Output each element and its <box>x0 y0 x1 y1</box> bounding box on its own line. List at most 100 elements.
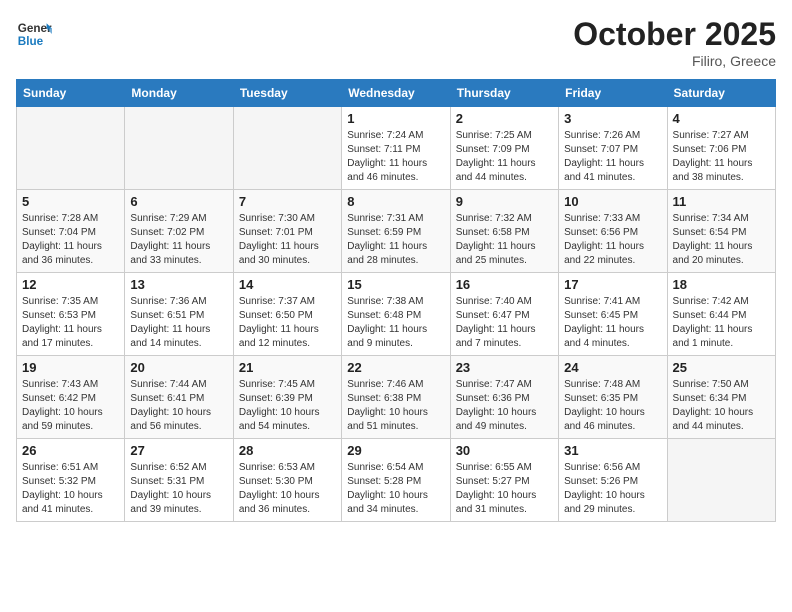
calendar-week-3: 12Sunrise: 7:35 AM Sunset: 6:53 PM Dayli… <box>17 273 776 356</box>
logo-icon: General Blue <box>16 16 52 52</box>
calendar-cell: 23 Sunrise: 7:47 AM Sunset: 6:36 PM Dayli… <box>450 356 558 439</box>
day-number: 26 <box>22 443 119 458</box>
calendar-cell: 8 Sunrise: 7:31 AM Sunset: 6:59 PM Daylig… <box>342 190 450 273</box>
day-info: Sunrise: 7:37 AM Sunset: 6:50 PM Dayligh… <box>239 295 336 351</box>
day-info: Sunrise: 7:46 AM Sunset: 6:38 PM Dayligh… <box>347 378 444 434</box>
day-number: 18 <box>673 277 770 292</box>
calendar-cell: 24Sunrise: 7:48 AM Sunset: 6:35 PM Dayli… <box>559 356 667 439</box>
day-info: Sunrise: 7:24 AM Sunset: 7:11 PM Dayligh… <box>347 129 444 185</box>
day-info: Sunrise: 7:25 AM Sunset: 7:09 PM Dayligh… <box>456 129 553 185</box>
calendar-cell: 25 Sunrise: 7:50 AM Sunset: 6:34 PM Dayli… <box>667 356 775 439</box>
calendar-cell: 20 Sunrise: 7:44 AM Sunset: 6:41 PM Dayli… <box>125 356 233 439</box>
day-number: 14 <box>239 277 336 292</box>
location: Filiro, Greece <box>573 53 776 69</box>
day-info: Sunrise: 6:56 AM Sunset: 5:26 PM Dayligh… <box>564 461 661 517</box>
day-number: 17 <box>564 277 661 292</box>
month-title: October 2025 <box>573 16 776 53</box>
day-info: Sunrise: 7:30 AM Sunset: 7:01 PM Dayligh… <box>239 212 336 268</box>
day-info: Sunrise: 7:34 AM Sunset: 6:54 PM Dayligh… <box>673 212 770 268</box>
day-number: 29 <box>347 443 444 458</box>
calendar-cell: 31 Sunrise: 6:56 AM Sunset: 5:26 PM Dayli… <box>559 439 667 522</box>
day-info: Sunrise: 7:29 AM Sunset: 7:02 PM Dayligh… <box>130 212 227 268</box>
day-info: Sunrise: 7:50 AM Sunset: 6:34 PM Dayligh… <box>673 378 770 434</box>
day-info: Sunrise: 7:31 AM Sunset: 6:59 PM Dayligh… <box>347 212 444 268</box>
day-info: Sunrise: 7:41 AM Sunset: 6:45 PM Dayligh… <box>564 295 661 351</box>
day-number: 27 <box>130 443 227 458</box>
day-info: Sunrise: 6:52 AM Sunset: 5:31 PM Dayligh… <box>130 461 227 517</box>
day-info: Sunrise: 7:45 AM Sunset: 6:39 PM Dayligh… <box>239 378 336 434</box>
calendar-week-1: 1 Sunrise: 7:24 AM Sunset: 7:11 PM Daylig… <box>17 107 776 190</box>
day-number: 2 <box>456 111 553 126</box>
calendar-cell: 6 Sunrise: 7:29 AM Sunset: 7:02 PM Daylig… <box>125 190 233 273</box>
day-number: 16 <box>456 277 553 292</box>
header-monday: Monday <box>125 80 233 107</box>
day-number: 8 <box>347 194 444 209</box>
calendar-cell: 3Sunrise: 7:26 AM Sunset: 7:07 PM Daylig… <box>559 107 667 190</box>
calendar-cell: 9 Sunrise: 7:32 AM Sunset: 6:58 PM Daylig… <box>450 190 558 273</box>
day-info: Sunrise: 7:32 AM Sunset: 6:58 PM Dayligh… <box>456 212 553 268</box>
header-thursday: Thursday <box>450 80 558 107</box>
day-number: 10 <box>564 194 661 209</box>
day-info: Sunrise: 7:27 AM Sunset: 7:06 PM Dayligh… <box>673 129 770 185</box>
day-number: 6 <box>130 194 227 209</box>
day-number: 7 <box>239 194 336 209</box>
day-number: 5 <box>22 194 119 209</box>
header-saturday: Saturday <box>667 80 775 107</box>
day-info: Sunrise: 7:44 AM Sunset: 6:41 PM Dayligh… <box>130 378 227 434</box>
day-number: 15 <box>347 277 444 292</box>
calendar-cell: 5 Sunrise: 7:28 AM Sunset: 7:04 PM Daylig… <box>17 190 125 273</box>
calendar-cell: 19 Sunrise: 7:43 AM Sunset: 6:42 PM Dayli… <box>17 356 125 439</box>
calendar-cell: 27 Sunrise: 6:52 AM Sunset: 5:31 PM Dayli… <box>125 439 233 522</box>
day-info: Sunrise: 6:51 AM Sunset: 5:32 PM Dayligh… <box>22 461 119 517</box>
day-number: 19 <box>22 360 119 375</box>
day-number: 24 <box>564 360 661 375</box>
day-info: Sunrise: 7:26 AM Sunset: 7:07 PM Dayligh… <box>564 129 661 185</box>
calendar-cell: 29 Sunrise: 6:54 AM Sunset: 5:28 PM Dayli… <box>342 439 450 522</box>
header-tuesday: Tuesday <box>233 80 341 107</box>
day-number: 12 <box>22 277 119 292</box>
calendar-week-5: 26 Sunrise: 6:51 AM Sunset: 5:32 PM Dayli… <box>17 439 776 522</box>
day-info: Sunrise: 7:47 AM Sunset: 6:36 PM Dayligh… <box>456 378 553 434</box>
day-info: Sunrise: 7:28 AM Sunset: 7:04 PM Dayligh… <box>22 212 119 268</box>
calendar-cell: 7 Sunrise: 7:30 AM Sunset: 7:01 PM Daylig… <box>233 190 341 273</box>
day-info: Sunrise: 7:36 AM Sunset: 6:51 PM Dayligh… <box>130 295 227 351</box>
day-number: 4 <box>673 111 770 126</box>
calendar-table: SundayMondayTuesdayWednesdayThursdayFrid… <box>16 79 776 522</box>
calendar-cell <box>125 107 233 190</box>
calendar-cell: 2 Sunrise: 7:25 AM Sunset: 7:09 PM Daylig… <box>450 107 558 190</box>
calendar-cell: 1 Sunrise: 7:24 AM Sunset: 7:11 PM Daylig… <box>342 107 450 190</box>
svg-text:Blue: Blue <box>18 35 44 48</box>
calendar-cell: 12Sunrise: 7:35 AM Sunset: 6:53 PM Dayli… <box>17 273 125 356</box>
calendar-week-2: 5 Sunrise: 7:28 AM Sunset: 7:04 PM Daylig… <box>17 190 776 273</box>
header-friday: Friday <box>559 80 667 107</box>
day-number: 13 <box>130 277 227 292</box>
day-number: 9 <box>456 194 553 209</box>
day-info: Sunrise: 7:43 AM Sunset: 6:42 PM Dayligh… <box>22 378 119 434</box>
day-number: 30 <box>456 443 553 458</box>
calendar-cell: 18Sunrise: 7:42 AM Sunset: 6:44 PM Dayli… <box>667 273 775 356</box>
calendar-cell: 17 Sunrise: 7:41 AM Sunset: 6:45 PM Dayli… <box>559 273 667 356</box>
calendar-cell: 22 Sunrise: 7:46 AM Sunset: 6:38 PM Dayli… <box>342 356 450 439</box>
calendar-cell: 16Sunrise: 7:40 AM Sunset: 6:47 PM Dayli… <box>450 273 558 356</box>
day-info: Sunrise: 6:55 AM Sunset: 5:27 PM Dayligh… <box>456 461 553 517</box>
calendar-cell: 15 Sunrise: 7:38 AM Sunset: 6:48 PM Dayli… <box>342 273 450 356</box>
day-number: 1 <box>347 111 444 126</box>
calendar-cell: 26 Sunrise: 6:51 AM Sunset: 5:32 PM Dayli… <box>17 439 125 522</box>
day-number: 22 <box>347 360 444 375</box>
day-number: 31 <box>564 443 661 458</box>
day-number: 20 <box>130 360 227 375</box>
day-info: Sunrise: 7:38 AM Sunset: 6:48 PM Dayligh… <box>347 295 444 351</box>
calendar-cell: 11Sunrise: 7:34 AM Sunset: 6:54 PM Dayli… <box>667 190 775 273</box>
day-info: Sunrise: 6:53 AM Sunset: 5:30 PM Dayligh… <box>239 461 336 517</box>
logo: General Blue <box>16 16 56 52</box>
calendar-cell: 28 Sunrise: 6:53 AM Sunset: 5:30 PM Dayli… <box>233 439 341 522</box>
day-info: Sunrise: 6:54 AM Sunset: 5:28 PM Dayligh… <box>347 461 444 517</box>
calendar-cell <box>233 107 341 190</box>
day-number: 23 <box>456 360 553 375</box>
page-header: General Blue October 2025 Filiro, Greece <box>16 16 776 69</box>
day-number: 25 <box>673 360 770 375</box>
calendar-cell: 14 Sunrise: 7:37 AM Sunset: 6:50 PM Dayli… <box>233 273 341 356</box>
day-number: 28 <box>239 443 336 458</box>
calendar-cell: 21Sunrise: 7:45 AM Sunset: 6:39 PM Dayli… <box>233 356 341 439</box>
header-wednesday: Wednesday <box>342 80 450 107</box>
